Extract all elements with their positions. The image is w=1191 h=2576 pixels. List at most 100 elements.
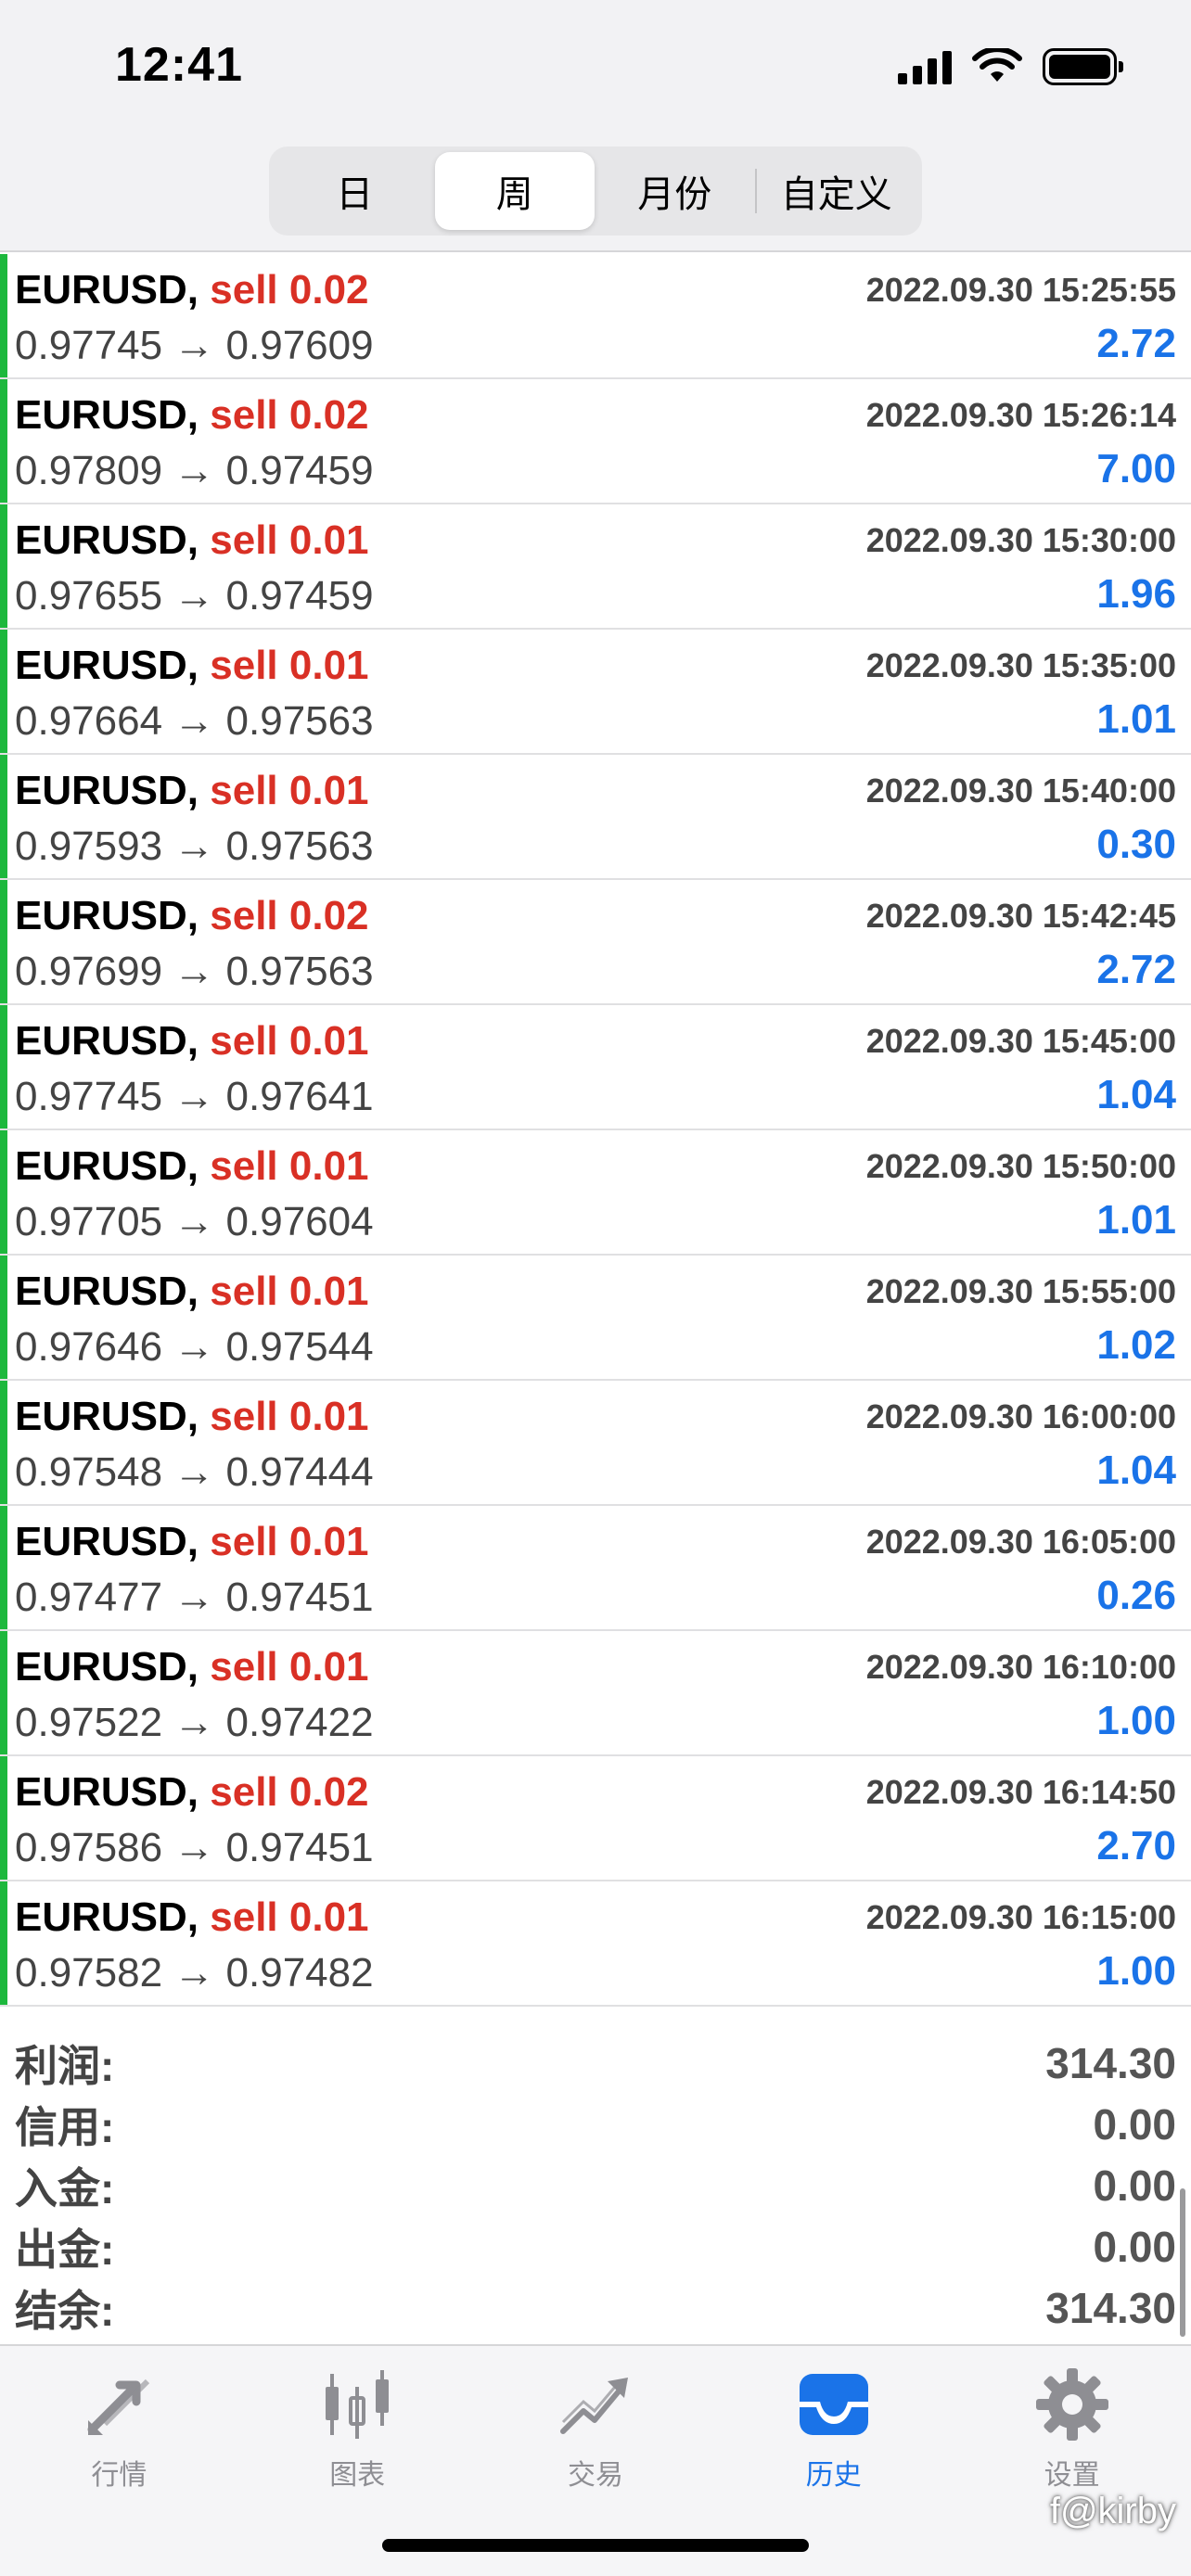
quotes-arrows-icon: [87, 2378, 150, 2435]
deal-title: EURUSD, sell 0.02: [15, 392, 369, 439]
deal-profit: 1.96: [1096, 571, 1176, 617]
deal-symbol: EURUSD,: [15, 1644, 199, 1690]
period-tab-month[interactable]: 月份: [595, 152, 755, 230]
tab-charts-label: 图表: [329, 2460, 386, 2491]
deal-row[interactable]: EURUSD, sell 0.01 2022.09.30 15:30:00 0.…: [0, 504, 1191, 630]
summary-label: 利润:: [15, 2042, 115, 2090]
deal-time: 2022.09.30 15:55:00: [865, 1272, 1176, 1310]
summary-value: 0.00: [1093, 2162, 1176, 2210]
deal-symbol: EURUSD,: [15, 1894, 199, 1940]
deal-prices: 0.97548 → 0.97444: [15, 1449, 374, 1496]
deal-symbol: EURUSD,: [15, 267, 199, 312]
arrow-right-icon: →: [173, 823, 215, 869]
tab-history-label: 历史: [805, 2460, 862, 2491]
arrow-right-icon: →: [173, 448, 215, 493]
deal-open-price: 0.97809: [15, 448, 163, 493]
arrow-right-icon: →: [173, 1449, 215, 1495]
deal-row[interactable]: EURUSD, sell 0.01 2022.09.30 16:15:00 0.…: [0, 1881, 1191, 2007]
deal-side-volume: sell 0.02: [210, 1769, 369, 1815]
tab-quotes-label: 行情: [91, 2460, 147, 2491]
deal-prices: 0.97664 → 0.97563: [15, 698, 374, 745]
summary-value: 314.30: [1045, 2284, 1176, 2332]
deal-row[interactable]: EURUSD, sell 0.01 2022.09.30 15:40:00 0.…: [0, 755, 1191, 880]
tab-quotes[interactable]: 行情: [0, 2365, 238, 2493]
tab-trade-label: 交易: [567, 2460, 623, 2491]
deal-direction-marker: [0, 254, 7, 377]
deal-close-price: 0.97451: [225, 1575, 374, 1620]
battery-icon: [1043, 48, 1123, 85]
summary-value: 0.00: [1093, 2100, 1176, 2149]
watermark: f@kirby: [1049, 2491, 1176, 2531]
summary-label: 出金:: [15, 2225, 115, 2274]
gear-icon: [1035, 2368, 1108, 2441]
deal-side-volume: sell 0.02: [210, 267, 369, 312]
deal-row[interactable]: EURUSD, sell 0.01 2022.09.30 16:00:00 0.…: [0, 1381, 1191, 1506]
summary-value: 314.30: [1045, 2039, 1176, 2087]
deal-title: EURUSD, sell 0.02: [15, 267, 369, 313]
deal-row[interactable]: EURUSD, sell 0.01 2022.09.30 15:50:00 0.…: [0, 1130, 1191, 1256]
deal-time: 2022.09.30 15:30:00: [865, 521, 1176, 559]
arrow-right-icon: →: [173, 698, 215, 744]
deal-row[interactable]: EURUSD, sell 0.01 2022.09.30 15:35:00 0.…: [0, 630, 1191, 755]
deal-row[interactable]: EURUSD, sell 0.01 2022.09.30 16:10:00 0.…: [0, 1631, 1191, 1756]
deal-direction-marker: [0, 880, 7, 1003]
period-tab-day[interactable]: 日: [275, 152, 435, 230]
deal-symbol: EURUSD,: [15, 893, 199, 938]
deal-title: EURUSD, sell 0.02: [15, 893, 369, 939]
summary-row: 入金: 0.00: [15, 2155, 1176, 2216]
period-tab-custom[interactable]: 自定义: [757, 152, 917, 230]
deal-close-price: 0.97422: [225, 1700, 374, 1745]
deal-title: EURUSD, sell 0.01: [15, 1394, 369, 1440]
deal-prices: 0.97593 → 0.97563: [15, 823, 374, 870]
deal-direction-marker: [0, 1381, 7, 1504]
deal-open-price: 0.97522: [15, 1700, 163, 1745]
tab-charts[interactable]: 图表: [238, 2365, 477, 2493]
deal-row[interactable]: EURUSD, sell 0.02 2022.09.30 15:26:14 0.…: [0, 379, 1191, 504]
deal-profit: 0.26: [1096, 1573, 1176, 1618]
deal-time: 2022.09.30 16:15:00: [865, 1898, 1176, 1936]
deal-open-price: 0.97586: [15, 1825, 163, 1870]
deal-row[interactable]: EURUSD, sell 0.02 2022.09.30 16:14:50 0.…: [0, 1756, 1191, 1881]
summary-label: 结余:: [15, 2287, 115, 2335]
deal-row[interactable]: EURUSD, sell 0.02 2022.09.30 15:25:55 0.…: [0, 254, 1191, 379]
deal-close-price: 0.97563: [225, 949, 374, 994]
summary-label: 入金:: [15, 2164, 115, 2213]
status-icons: [898, 46, 1123, 87]
deal-profit: 2.72: [1096, 321, 1176, 366]
deal-row[interactable]: EURUSD, sell 0.02 2022.09.30 15:42:45 0.…: [0, 880, 1191, 1005]
deal-direction-marker: [0, 1756, 7, 1880]
deal-profit: 2.70: [1096, 1823, 1176, 1868]
deal-time: 2022.09.30 15:45:00: [865, 1022, 1176, 1060]
deal-profit: 1.00: [1096, 1698, 1176, 1743]
deal-row[interactable]: EURUSD, sell 0.01 2022.09.30 15:55:00 0.…: [0, 1256, 1191, 1381]
deal-direction-marker: [0, 1881, 7, 2005]
arrow-right-icon: →: [173, 1825, 215, 1870]
arrow-right-icon: →: [173, 1950, 215, 1996]
arrow-right-icon: →: [173, 573, 215, 618]
deal-direction-marker: [0, 630, 7, 753]
deal-row[interactable]: EURUSD, sell 0.01 2022.09.30 15:45:00 0.…: [0, 1005, 1191, 1130]
deal-side-volume: sell 0.01: [210, 1143, 369, 1189]
home-indicator[interactable]: [382, 2539, 809, 2552]
deal-symbol: EURUSD,: [15, 517, 199, 563]
period-tab-week[interactable]: 周: [434, 152, 595, 230]
deal-side-volume: sell 0.02: [210, 893, 369, 938]
deal-title: EURUSD, sell 0.01: [15, 1519, 369, 1565]
arrow-right-icon: →: [173, 1575, 215, 1620]
deal-symbol: EURUSD,: [15, 643, 199, 688]
scroll-indicator[interactable]: [1180, 2188, 1185, 2337]
deal-profit: 0.30: [1096, 822, 1176, 867]
deal-side-volume: sell 0.01: [210, 1894, 369, 1940]
deal-profit: 2.72: [1096, 947, 1176, 992]
deal-row[interactable]: EURUSD, sell 0.01 2022.09.30 16:05:00 0.…: [0, 1506, 1191, 1631]
deal-prices: 0.97655 → 0.97459: [15, 573, 374, 619]
deal-time: 2022.09.30 15:35:00: [865, 646, 1176, 684]
period-selector-bar: 日 周 月份 自定义: [0, 139, 1191, 252]
deal-symbol: EURUSD,: [15, 1018, 199, 1064]
tab-trade[interactable]: 交易: [477, 2365, 715, 2493]
deal-close-price: 0.97604: [225, 1199, 374, 1244]
deal-time: 2022.09.30 16:05:00: [865, 1523, 1176, 1561]
deal-open-price: 0.97655: [15, 573, 163, 618]
tab-settings[interactable]: 设置: [953, 2365, 1191, 2493]
tab-history[interactable]: 历史: [714, 2365, 953, 2493]
